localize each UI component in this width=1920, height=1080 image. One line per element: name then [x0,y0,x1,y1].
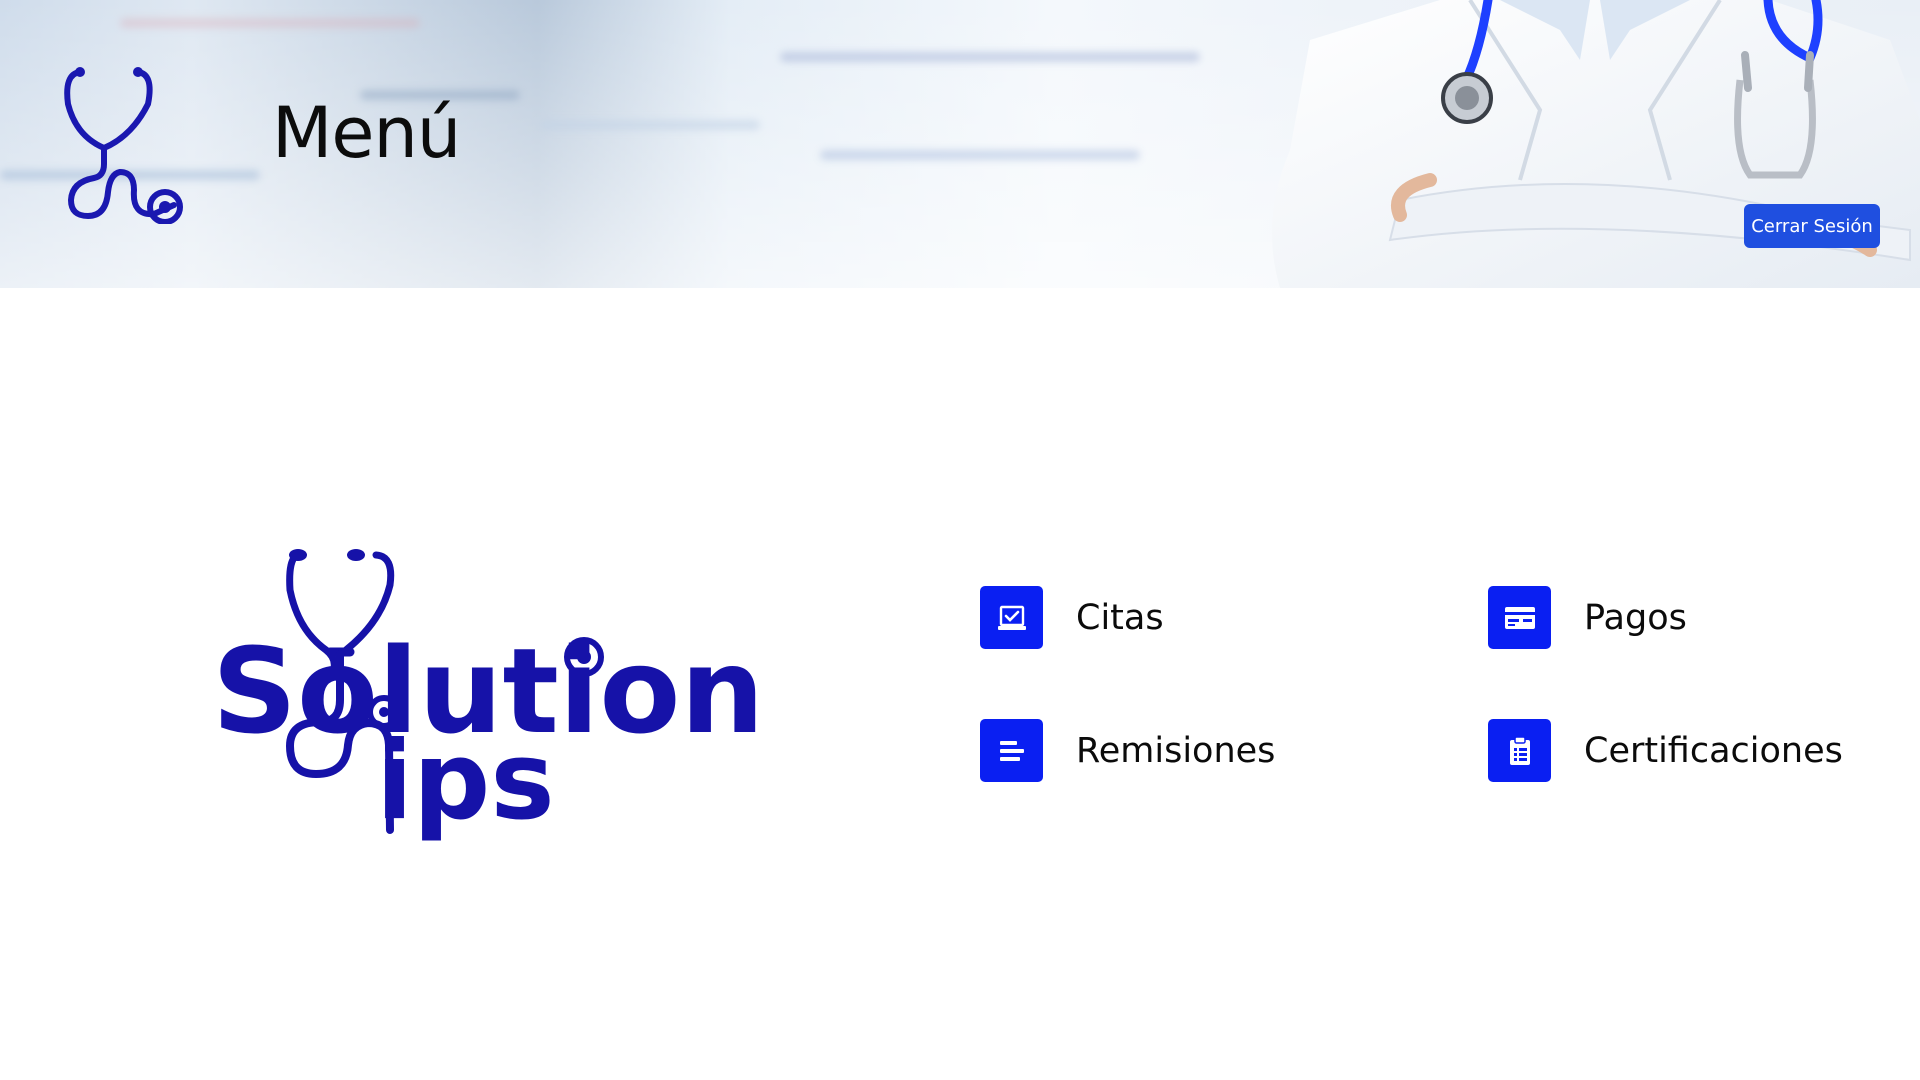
menu-item-certificaciones[interactable]: Certificaciones [1488,719,1843,782]
lines-document-icon [980,719,1043,782]
page-title: Menú [272,92,461,174]
clipboard-list-icon [1488,719,1551,782]
menu-item-remisiones[interactable]: Remisiones [980,719,1275,782]
logo-text-ips: ips [376,719,555,844]
stethoscope-logo-icon [64,67,183,224]
menu-page: Menú Cerrar Sesión Solution ips Citas Pa… [0,0,1920,1080]
calendar-check-icon [980,586,1043,649]
credit-card-icon [1488,586,1551,649]
background-streak [540,120,760,130]
logout-button[interactable]: Cerrar Sesión [1744,204,1880,248]
background-streak [820,150,1140,160]
menu-item-label: Certificaciones [1584,730,1843,771]
header-banner: Menú Cerrar Sesión [0,0,1920,288]
solution-ips-logo: Solution ips [212,549,764,844]
menu-item-label: Remisiones [1076,730,1276,771]
menu-item-label: Citas [1076,597,1164,638]
background-streak [120,18,420,28]
menu-item-citas[interactable]: Citas [980,586,1164,649]
menu-item-pagos[interactable]: Pagos [1488,586,1687,649]
menu-item-label: Pagos [1584,597,1687,638]
background-streak [780,52,1200,62]
